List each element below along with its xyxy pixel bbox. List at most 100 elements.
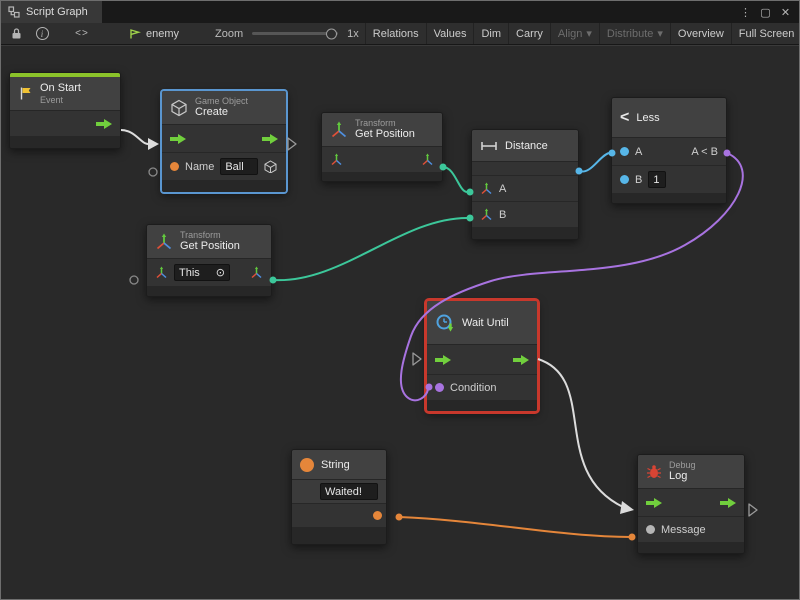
wire-arrowhead — [620, 501, 634, 514]
tab-script-graph[interactable]: Script Graph — [1, 1, 102, 23]
fullscreen-button[interactable]: Full Screen — [731, 23, 800, 44]
align-button[interactable]: Align▾ — [550, 23, 599, 44]
flow-port-row — [638, 489, 744, 517]
node-create-game-object[interactable]: Game Object Create Name — [161, 90, 287, 193]
node-title: Get Position — [355, 128, 415, 141]
input-b-row: B — [612, 166, 726, 194]
this-object-field[interactable]: This ⊙ — [174, 264, 230, 281]
distribute-button[interactable]: Distribute▾ — [599, 23, 670, 44]
node-footer — [612, 194, 726, 203]
node-get-position-2[interactable]: Transform Get Position This ⊙ — [146, 224, 272, 297]
bug-icon — [646, 464, 662, 479]
flow-in-arrow-icon[interactable] — [435, 355, 451, 365]
script-graph-icon — [8, 6, 20, 18]
name-input[interactable] — [220, 158, 258, 175]
node-string-literal[interactable]: String — [291, 449, 387, 545]
info-icon[interactable]: i — [29, 24, 55, 44]
wire-getpos2-distance-b — [273, 218, 467, 280]
wire-string-log — [399, 517, 631, 537]
node-category: Transform — [355, 118, 415, 128]
close-icon[interactable]: ✕ — [777, 4, 794, 21]
unconnected-port-circle — [130, 276, 138, 284]
node-debug-log[interactable]: Debug Log Message — [637, 454, 745, 554]
string-value-input[interactable] — [320, 483, 378, 500]
input-a-row: A A < B — [612, 138, 726, 166]
node-title: Get Position — [180, 240, 240, 253]
node-footer — [147, 287, 271, 296]
unconnected-flow-triangle — [288, 138, 296, 150]
port-label: B — [635, 174, 642, 186]
carry-button[interactable]: Carry — [508, 23, 550, 44]
window-controls: ⋮ ▢ ✕ — [737, 1, 799, 23]
flow-in-arrow-icon[interactable] — [646, 498, 662, 508]
node-footer — [427, 401, 537, 411]
flow-out-arrow-icon[interactable] — [262, 134, 278, 144]
transform-axis-icon[interactable] — [330, 153, 343, 166]
float-port-dot[interactable] — [620, 147, 629, 156]
dim-button[interactable]: Dim — [473, 23, 508, 44]
node-category: Game Object — [195, 96, 248, 106]
less-icon: < — [620, 110, 629, 126]
output-port-row — [472, 162, 578, 176]
flow-port-row — [10, 111, 120, 137]
dropdown-arrow-icon: ▾ — [586, 27, 592, 40]
node-distance[interactable]: Distance A B — [471, 129, 579, 240]
relations-button[interactable]: Relations — [365, 23, 426, 44]
value-port-row — [322, 147, 442, 173]
flow-out-arrow-icon[interactable] — [96, 119, 112, 129]
toolbar-buttons: Relations Values Dim Carry Align▾ Distri… — [365, 23, 800, 44]
flow-out-arrow-icon[interactable] — [513, 355, 529, 365]
flow-in-arrow-icon[interactable] — [170, 134, 186, 144]
target-picker-icon[interactable]: ⊙ — [216, 266, 225, 279]
zoom-slider[interactable] — [252, 32, 338, 35]
wire-distance-less-a — [579, 153, 609, 172]
distance-icon — [480, 140, 498, 152]
graph-canvas[interactable]: On Start Event Game Object Creat — [1, 45, 799, 599]
node-less[interactable]: < Less A A < B B — [611, 97, 727, 204]
values-button[interactable]: Values — [426, 23, 474, 44]
transform-axis-icon[interactable] — [155, 266, 168, 279]
float-port-dot[interactable] — [620, 175, 629, 184]
zoom-slider-handle[interactable] — [326, 28, 337, 39]
node-title: String — [321, 459, 350, 471]
tab-bar: Script Graph ⋮ ▢ ✕ — [1, 1, 799, 23]
wire-arrowhead — [148, 138, 159, 150]
node-header: Distance — [472, 130, 578, 162]
node-footer — [472, 228, 578, 239]
overview-button[interactable]: Overview — [670, 23, 731, 44]
maximize-icon[interactable]: ▢ — [757, 4, 774, 21]
flow-port-row — [427, 345, 537, 375]
vector-out-axis-icon[interactable] — [421, 153, 434, 166]
node-wait-until[interactable]: Wait Until Condition — [426, 300, 538, 412]
graph-name: enemy — [146, 28, 179, 40]
port-label: Message — [661, 524, 706, 536]
vector-out-axis-icon[interactable] — [250, 266, 263, 279]
output-label: A < B — [691, 146, 718, 158]
game-object-picker-icon[interactable] — [264, 160, 277, 173]
flow-out-arrow-icon[interactable] — [720, 498, 736, 508]
value-port-row: This ⊙ — [147, 259, 271, 287]
node-header: On Start Event — [10, 77, 120, 111]
node-get-position-1[interactable]: Transform Get Position — [321, 112, 443, 182]
bool-port-dot[interactable] — [435, 383, 444, 392]
string-port-dot[interactable] — [170, 162, 179, 171]
unconnected-flow-triangle — [413, 353, 421, 365]
transform-axis-icon[interactable] — [480, 208, 493, 221]
lock-icon[interactable] — [3, 24, 29, 44]
string-out-dot[interactable] — [373, 511, 382, 520]
node-header: Transform Get Position — [147, 225, 271, 259]
value-row — [292, 480, 386, 504]
b-value-input[interactable] — [648, 171, 666, 188]
node-header: String — [292, 450, 386, 480]
code-view-icon[interactable]: <> — [69, 24, 95, 44]
message-port-row: Message — [638, 517, 744, 543]
node-header: Debug Log — [638, 455, 744, 489]
graph-breadcrumb[interactable]: enemy — [129, 28, 179, 40]
node-on-start-event[interactable]: On Start Event — [9, 72, 121, 149]
window-menu-icon[interactable]: ⋮ — [737, 4, 754, 21]
message-port-dot[interactable] — [646, 525, 655, 534]
node-footer — [10, 137, 120, 148]
node-category: Transform — [180, 230, 240, 240]
transform-axis-icon[interactable] — [480, 182, 493, 195]
node-footer — [322, 173, 442, 181]
